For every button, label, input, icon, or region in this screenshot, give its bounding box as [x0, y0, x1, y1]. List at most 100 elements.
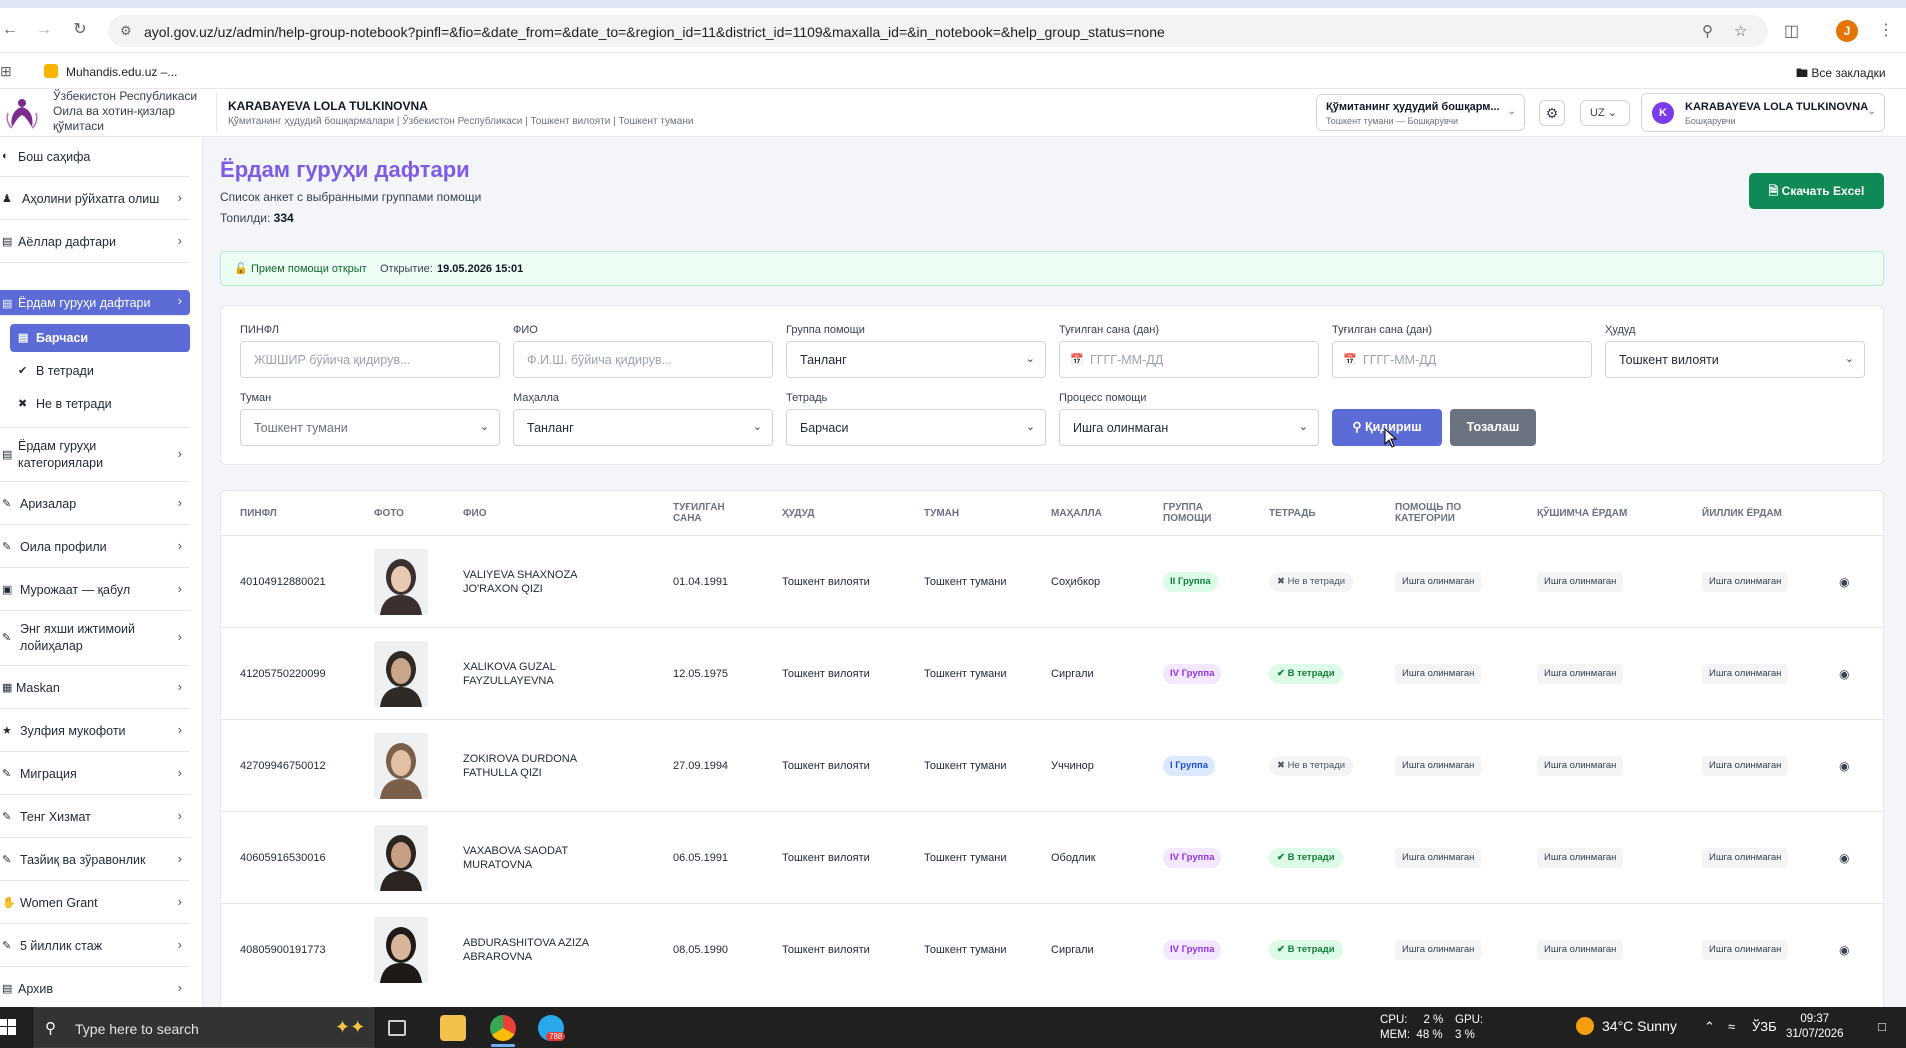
cell-birth-date: 06.05.1991 [673, 852, 729, 864]
pinfl-input[interactable]: ЖШШИР бўйича қидирув... [240, 341, 500, 378]
site-info-icon[interactable]: ⚙ [120, 23, 132, 39]
view-eye-icon[interactable]: ◉ [1839, 667, 1849, 681]
table-row[interactable]: 40104912880021 VALIYEVA SHAXNOZA JO'RAXON… [221, 535, 1883, 627]
sidebar-item-family-profile[interactable]: ✎ Оила профили › [0, 525, 190, 568]
sidebar-item-help-group-notebook[interactable]: ▤ Ёрдам гуруҳи дафтари › [0, 290, 190, 316]
sidebar-item-help-group-categories[interactable]: ▤ Ёрдам гуруҳи категориялари › [0, 427, 190, 482]
date-from-input[interactable]: 📅 ГГГГ-ММ-ДД [1059, 341, 1319, 378]
ime-language[interactable]: ЎЗБ [1752, 1019, 1777, 1034]
sidebar-item-label: Миграция [20, 767, 77, 781]
browser-profile-avatar[interactable]: J [1836, 20, 1858, 42]
column-header[interactable]: ФИО [463, 491, 487, 535]
check-circle-icon: ✔ [1277, 944, 1285, 955]
mahalla-label: Маҳалла [513, 392, 559, 404]
sidebar-item-census[interactable]: ♟ Аҳолини рўйхатга олиш › [0, 177, 190, 220]
forward-icon[interactable]: → [34, 20, 54, 40]
column-header[interactable]: ПИНФЛ [240, 491, 277, 535]
column-header[interactable]: ТУҒИЛГАН САНА [673, 491, 743, 535]
browser-menu-icon[interactable]: ⋮ [1878, 20, 1894, 40]
person-photo[interactable] [374, 641, 428, 707]
sidebar-item-maskan[interactable]: ▦ Maskan › [0, 666, 190, 709]
cpu-value: 2 % [1423, 1014, 1444, 1026]
chevron-down-icon: ⌄ [479, 421, 489, 433]
weather-widget[interactable]: 34°C Sunny [1576, 1017, 1677, 1035]
sidebar-item-5-year-experience[interactable]: ✎ 5 йиллик стаж › [0, 924, 190, 967]
region-select[interactable]: Тошкент вилояти ⌄ [1605, 341, 1865, 378]
sidebar-item-women-notebook[interactable]: ▤ Аёллар дафтари › [0, 220, 190, 263]
sidebar-item-applications[interactable]: ✎ Аризалар › [0, 482, 190, 525]
reload-icon[interactable]: ↻ [70, 20, 90, 40]
person-photo[interactable] [374, 917, 428, 983]
fio-input[interactable]: Ф.И.Ш. бўйича қидирув... [513, 341, 773, 378]
zoom-icon[interactable]: ⚲ [1702, 22, 1713, 40]
table-row[interactable]: 40605916530016 VAXABOVA SAODAT MURATOVNA 0… [221, 811, 1883, 903]
file-excel-icon: 🗎 [1768, 184, 1779, 198]
person-photo[interactable] [374, 733, 428, 799]
wifi-icon[interactable]: ≈ [1728, 1019, 1735, 1034]
mahalla-select[interactable]: Танланг ⌄ [513, 409, 773, 446]
all-bookmarks-link[interactable]: 🖿 Все закладки [1796, 64, 1886, 85]
results-table: ПИНФЛ ФОТО ФИО ТУҒИЛГАН САНА ҲУДУД ТУМАН… [220, 490, 1884, 1010]
download-excel-button[interactable]: 🗎 Скачать Excel [1749, 173, 1884, 209]
sidebar-item-label: 5 йиллик стаж [20, 939, 103, 953]
role-select[interactable]: Қўмитанинг ҳудудий бошқарм... Тошкент ту… [1316, 94, 1525, 131]
address-bar[interactable]: ⚙ ayol.gov.uz/uz/admin/help-group-notebo… [108, 15, 1768, 47]
process-select[interactable]: Ишга олинмаган ⌄ [1059, 409, 1319, 446]
sidebar-item-migration[interactable]: ✎ Миграция › [0, 752, 190, 795]
extensions-icon[interactable]: ◫ [1784, 21, 1799, 41]
table-row[interactable]: 40805900191773 ABDURASHITOVA AZIZA ABRARO… [221, 903, 1883, 995]
column-header[interactable]: ТЕТРАДЬ [1269, 491, 1316, 535]
tray-chevron-up-icon[interactable]: ⌃ [1704, 1019, 1715, 1035]
notebook-select[interactable]: Барчаси ⌄ [786, 409, 1046, 446]
column-header[interactable]: ҚЎШИМЧА ЁРДАМ [1537, 491, 1627, 535]
sidebar-item-equal-service[interactable]: ✎ Тенг Хизмат › [0, 795, 190, 838]
view-eye-icon[interactable]: ◉ [1839, 851, 1849, 865]
sidebar-item-archive[interactable]: ▤ Архив › [0, 967, 190, 1007]
notification-icon[interactable]: □ [1878, 1019, 1886, 1034]
person-photo[interactable] [374, 549, 428, 615]
sidebar-item-women-grant[interactable]: ✋ Women Grant › [0, 881, 190, 924]
x-circle-icon: ✖ [1277, 576, 1285, 587]
person-photo[interactable] [374, 825, 428, 891]
view-eye-icon[interactable]: ◉ [1839, 943, 1849, 957]
district-select[interactable]: Тошкент тумани ⌄ [240, 409, 500, 446]
sidebar-subitem-not-in-notebook[interactable]: ✖ Не в тетради [10, 390, 190, 418]
table-row[interactable]: 41205750220099 XALIKOVA GUZAL FAYZULLAYEV… [221, 627, 1883, 719]
help-group-select[interactable]: Танланг ⌄ [786, 341, 1046, 378]
column-header[interactable]: ЙИЛЛИК ЁРДАМ [1702, 491, 1782, 535]
file-explorer-icon[interactable] [440, 1015, 466, 1041]
chrome-icon[interactable] [490, 1015, 516, 1041]
column-header[interactable]: ТУМАН [924, 491, 959, 535]
column-header[interactable]: ГРУППА ПОМОЩИ [1163, 491, 1223, 535]
column-header[interactable]: МАҲАЛЛА [1051, 491, 1102, 535]
sidebar-item-home[interactable]: ◐ Бош саҳифа [0, 137, 190, 177]
view-eye-icon[interactable]: ◉ [1839, 575, 1849, 589]
url-text[interactable]: ayol.gov.uz/uz/admin/help-group-notebook… [144, 24, 1165, 40]
back-icon[interactable]: ← [0, 20, 20, 40]
sidebar-item-best-projects[interactable]: ✎ Энг яхши ижтимоий лойиҳалар › [0, 611, 190, 666]
taskbar-search[interactable]: ⚲ Type here to search ✦✦ [34, 1007, 374, 1048]
system-clock[interactable]: 09:37 31/07/2026 [1786, 1012, 1844, 1042]
user-menu[interactable]: K KARABAYEVA LOLA TULKINOVNA Бошқарувчи … [1641, 93, 1885, 132]
column-header[interactable]: ҲУДУД [782, 491, 814, 535]
column-header[interactable]: ПОМОЩЬ ПО КАТЕГОРИИ [1395, 491, 1475, 535]
language-select[interactable]: UZ ⌄ [1580, 100, 1630, 126]
sidebar-subitem-in-notebook[interactable]: ✔ В тетради [10, 357, 190, 385]
task-view-icon[interactable] [388, 1020, 406, 1036]
sidebar-item-violence[interactable]: ✎ Тазйиқ ва зўравонлик › [0, 838, 190, 881]
sidebar-item-zulfiya-award[interactable]: ★ Зулфия мукофоти › [0, 709, 190, 752]
windows-start-icon[interactable] [0, 1019, 16, 1035]
reset-button[interactable]: Тозалаш [1450, 409, 1536, 446]
bookmark-link[interactable]: Muhandis.edu.uz –... [44, 64, 177, 79]
table-row[interactable]: 42709946750012 ZOKIROVA DURDONA FATHULLA … [221, 719, 1883, 811]
process-label: Процесс помощи [1059, 392, 1147, 404]
bookmark-star-icon[interactable]: ☆ [1734, 22, 1747, 40]
cell-birth-date: 27.09.1994 [673, 760, 729, 772]
sidebar-item-appeals[interactable]: ▣ Мурожаат — қабул › [0, 568, 190, 611]
view-eye-icon[interactable]: ◉ [1839, 759, 1849, 773]
date-to-input[interactable]: 📅 ГГГГ-ММ-ДД [1332, 341, 1592, 378]
apps-grid-icon[interactable]: ⊞ [0, 63, 12, 80]
theme-settings-button[interactable]: ⚙ [1539, 100, 1565, 126]
sidebar-subitem-all[interactable]: ▤ Барчаси [10, 324, 190, 352]
person-photo-image [374, 549, 428, 615]
